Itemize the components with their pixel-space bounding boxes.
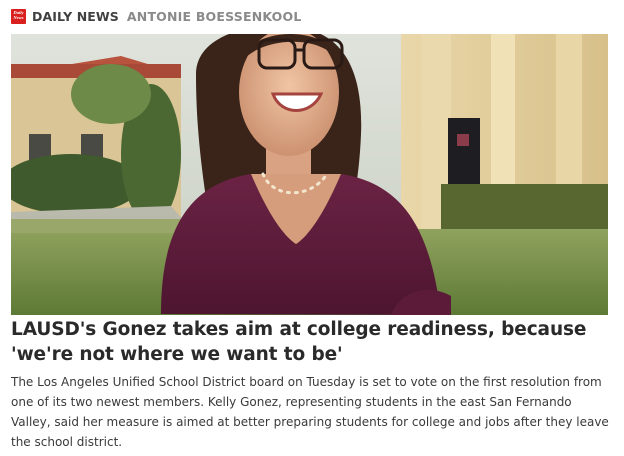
article-summary: The Los Angeles Unified School District … xyxy=(11,375,609,449)
source-name[interactable]: DAILY NEWS xyxy=(32,9,119,24)
daily-news-logo-icon: Daily News xyxy=(11,8,26,24)
article-image[interactable] xyxy=(11,34,608,315)
source-row: Daily News DAILY NEWS ANTONIE BOESSENKOOL xyxy=(11,7,302,25)
news-card[interactable]: Daily News DAILY NEWS ANTONIE BOESSENKOOL xyxy=(0,0,624,456)
author-name: ANTONIE BOESSENKOOL xyxy=(126,8,302,24)
article-headline[interactable]: LAUSD's Gonez takes aim at college readi… xyxy=(11,317,611,367)
